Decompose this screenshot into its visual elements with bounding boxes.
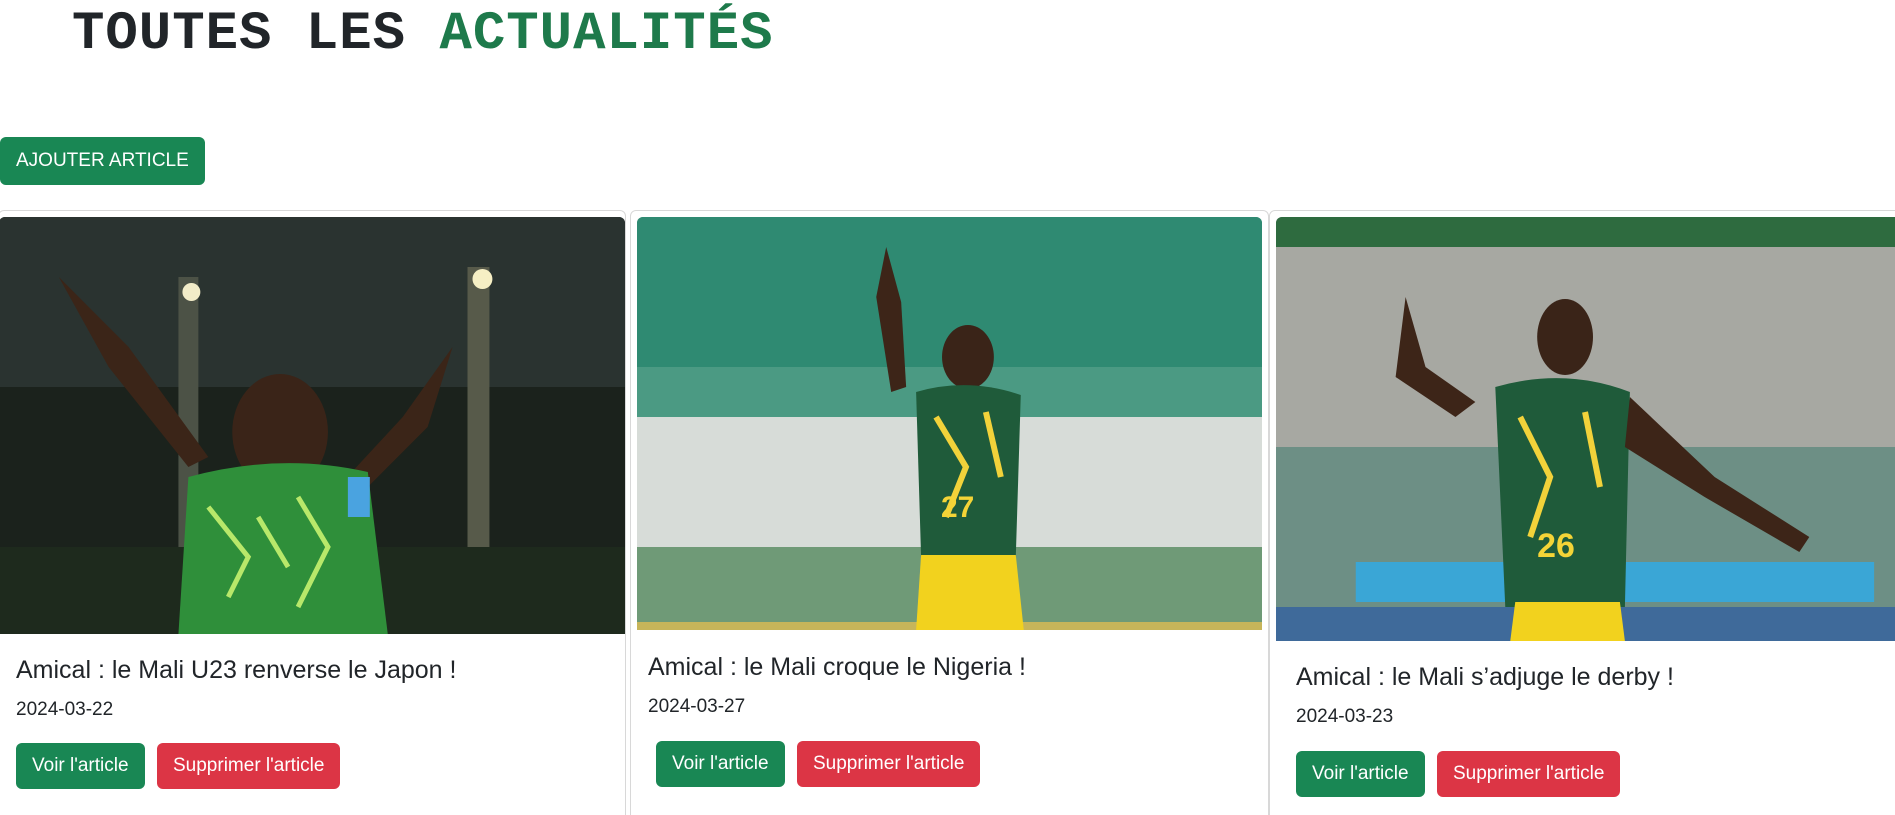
page-title-main: TOUTES LES	[72, 4, 407, 65]
svg-text:27: 27	[941, 491, 974, 524]
page-title: TOUTES LES ACTUALITÉS	[72, 4, 774, 65]
svg-text:26: 26	[1537, 527, 1575, 565]
delete-article-button[interactable]: Supprimer l'article	[157, 743, 341, 789]
article-card: 27 Amical : le Mali croque le Nigeria ! …	[630, 210, 1269, 815]
delete-article-button[interactable]: Supprimer l'article	[797, 741, 981, 787]
article-image[interactable]: 26	[1276, 217, 1895, 641]
article-date: 2024-03-27	[648, 696, 746, 717]
view-article-button[interactable]: Voir l'article	[1296, 751, 1425, 797]
delete-article-button[interactable]: Supprimer l'article	[1437, 751, 1621, 797]
view-article-button[interactable]: Voir l'article	[656, 741, 785, 787]
article-title: Amical : le Mali croque le Nigeria !	[648, 653, 1026, 681]
article-list: Amical : le Mali U23 renverse le Japon !…	[0, 210, 1895, 815]
add-article-button[interactable]: AJOUTER ARTICLE	[0, 137, 205, 185]
football-player-photo: 27	[637, 217, 1262, 630]
article-title: Amical : le Mali U23 renverse le Japon !	[16, 656, 457, 684]
article-image[interactable]: 27	[637, 217, 1262, 630]
football-player-photo	[0, 217, 625, 634]
football-player-photo: 26	[1276, 217, 1895, 641]
view-article-button[interactable]: Voir l'article	[16, 743, 145, 789]
article-title: Amical : le Mali s’adjuge le derby !	[1296, 663, 1674, 691]
article-image[interactable]	[0, 217, 625, 634]
page: TOUTES LES ACTUALITÉS AJOUTER ARTICLE Am…	[0, 0, 1895, 815]
article-date: 2024-03-22	[16, 699, 114, 720]
article-card: Amical : le Mali U23 renverse le Japon !…	[0, 210, 626, 815]
page-title-accent: ACTUALITÉS	[439, 4, 774, 65]
article-date: 2024-03-23	[1296, 706, 1394, 727]
article-card: 26 Amical : le Mali s’adjuge le derby ! …	[1269, 210, 1895, 815]
